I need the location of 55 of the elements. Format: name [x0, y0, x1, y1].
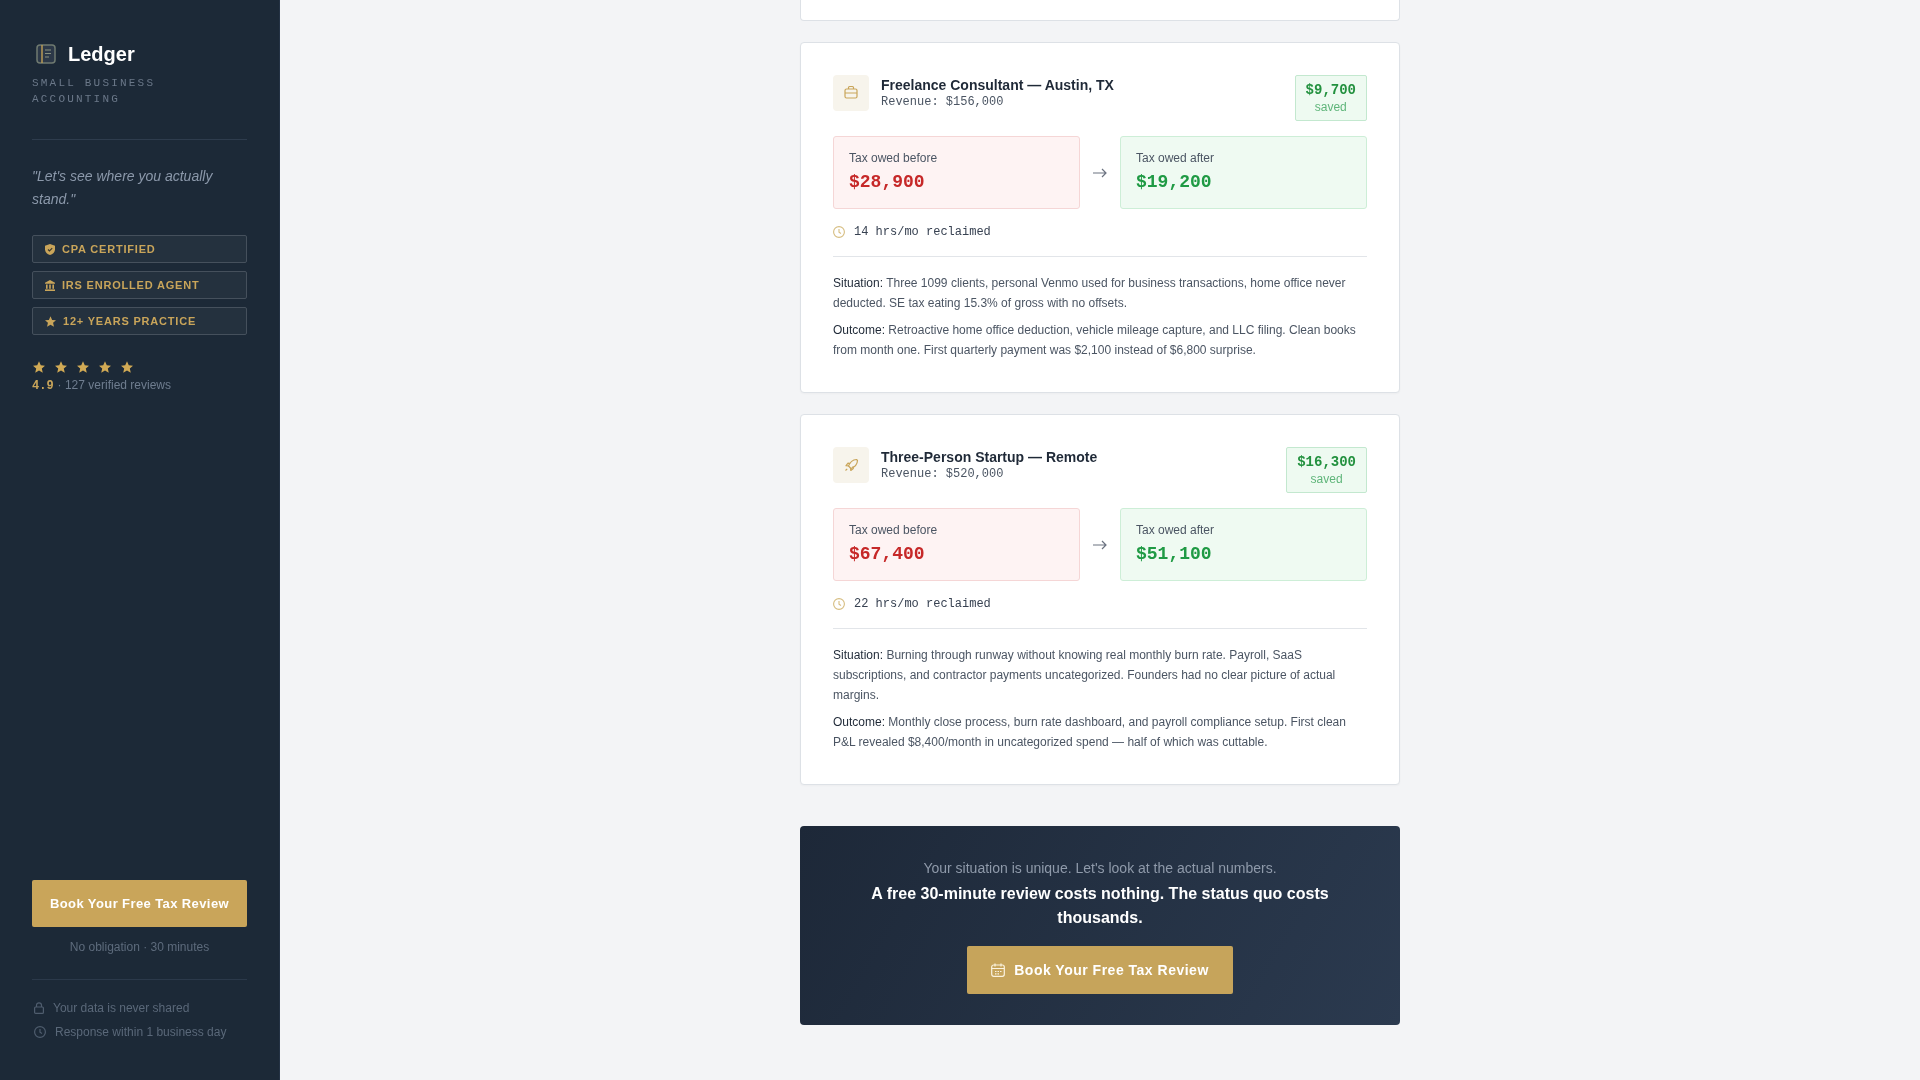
star-icon — [121, 361, 133, 373]
tax-before-label: Tax owed before — [849, 150, 939, 166]
revenue-text: Revenue: $156,000 — [881, 94, 1005, 110]
clock-icon — [34, 1026, 46, 1038]
button-note: No obligation · 30 minutes — [68, 939, 211, 955]
tax-before-amount: $28,900 — [849, 171, 926, 194]
quote-text: "Let's see where you actually stand." — [32, 167, 214, 209]
savings-amount: $9,700 — [1305, 81, 1356, 99]
star-icon — [45, 315, 56, 327]
book-icon — [36, 44, 56, 64]
brand-tagline: SMALL BUSINESS ACCOUNTING — [32, 76, 157, 107]
brand-name: Ledger — [68, 44, 135, 64]
case-note-text: Situation: Burning through runway without knowing real monthly burn rate. Payroll, SaaS subscriptions, and contractor payments uncategorized. Founders had no clear picture of actual margins. — [833, 647, 1337, 704]
hours-reclaimed-text: 22 hrs/mo reclaimed — [854, 596, 991, 612]
tax-after-label: Tax owed after — [1136, 522, 1216, 538]
cta-subtitle: Your situation is unique. Let's look at the actual numbers. — [923, 859, 1277, 878]
case-note-text: Outcome: Retroactive home office deduction, vehicle mileage capture, and LLC filing. Clean books from month one. First quarterly payment was $2,100 instead of $6,800 surprise. — [833, 322, 1357, 359]
clock-icon — [833, 226, 845, 238]
star-icon — [99, 361, 111, 373]
trust-text: Response within 1 business day — [55, 1024, 227, 1040]
cta-heading: A free 30-minute review costs nothing. The status quo costs thousands. — [870, 884, 1330, 928]
lock-icon — [34, 1002, 44, 1014]
arrow-right-icon — [1093, 167, 1107, 178]
tax-after-amount: $19,200 — [1136, 171, 1213, 194]
clock-icon — [833, 598, 845, 610]
credential-label: IRS ENROLLED AGENT — [62, 278, 200, 292]
tax-before-amount: $67,400 — [849, 543, 926, 566]
tax-before-label: Tax owed before — [849, 522, 939, 538]
trust-text: Your data is never shared — [53, 1000, 190, 1016]
star-icon — [77, 361, 89, 373]
case-note-text: Outcome: Monthly close process, burn rate dashboard, and payroll compliance setup. First clean P&L revealed $8,400/month in uncategorized spend — half of which was cuttable. — [833, 714, 1347, 751]
briefcase-icon — [833, 75, 869, 111]
rating-score: 4.9 — [32, 379, 54, 393]
savings-amount: $16,300 — [1297, 453, 1356, 471]
tax-after-amount: $51,100 — [1136, 543, 1213, 566]
building-icon — [45, 279, 55, 291]
revenue-text: Revenue: $520,000 — [881, 466, 1005, 482]
tax-after-label: Tax owed after — [1136, 150, 1216, 166]
case-title: Three-Person Startup — Remote — [881, 448, 1098, 466]
arrow-right-icon — [1093, 539, 1107, 550]
calendar-icon — [991, 963, 1006, 977]
hours-reclaimed-text: 14 hrs/mo reclaimed — [854, 224, 991, 240]
shield-check-icon — [45, 243, 55, 255]
credential-label: 12+ YEARS PRACTICE — [63, 314, 197, 328]
savings-label: saved — [1313, 99, 1348, 115]
review-count: · 127 verified reviews — [57, 378, 171, 392]
credential-label: CPA CERTIFIED — [62, 242, 156, 256]
star-icon — [33, 361, 45, 373]
book-review-button[interactable]: Book Your Free Tax Review — [32, 880, 247, 927]
case-title: Freelance Consultant — Austin, TX — [881, 76, 1114, 94]
book-review-button[interactable]: Book Your Free Tax Review — [967, 946, 1233, 994]
case-note-text: Situation: Three 1099 clients, personal Venmo used for business transactions, home office never deducted. SE tax eating 15.3% of gross with no offsets. — [833, 275, 1347, 312]
rocket-icon — [833, 447, 869, 483]
savings-label: saved — [1309, 471, 1344, 487]
star-icon — [55, 361, 67, 373]
